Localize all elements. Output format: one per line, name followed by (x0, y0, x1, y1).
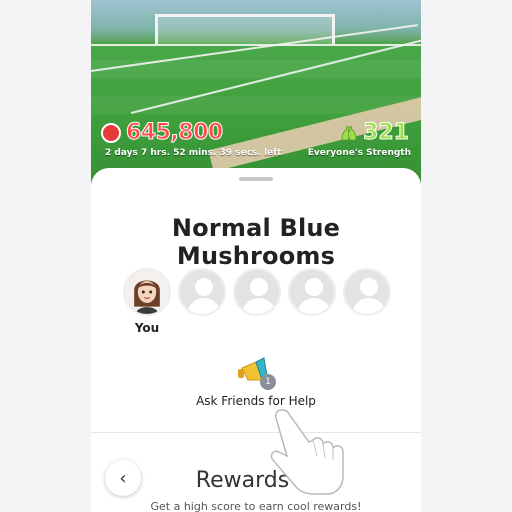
empty-avatar-icon (233, 268, 281, 316)
member-empty-slot[interactable] (233, 268, 281, 335)
score-dot-icon (101, 122, 121, 143)
field-scene: 645,800 2 days 7 hrs. 52 mins. 39 secs. … (91, 0, 421, 190)
megaphone-icon: 1 (236, 356, 276, 390)
avatar (123, 268, 171, 316)
empty-avatar-icon (343, 268, 391, 316)
mii-avatar-icon (134, 280, 160, 314)
member-slots: You (123, 268, 398, 335)
empty-avatar-icon (288, 268, 336, 316)
help-count-badge: 1 (260, 374, 276, 390)
time-left: 2 days 7 hrs. 52 mins. 39 secs. left (105, 148, 282, 158)
score-value: 645,800 (126, 120, 224, 146)
score-display: 645,800 (101, 120, 224, 146)
member-empty-slot[interactable] (288, 268, 336, 335)
rewards-subtitle: Get a high score to earn cool rewards! (150, 500, 362, 512)
strength-label: Everyone's Strength (307, 148, 411, 158)
member-label: You (134, 321, 160, 335)
member-you[interactable]: You (123, 268, 171, 335)
rewards-heading: Rewards i (91, 468, 421, 493)
strength-display: 321 (338, 120, 410, 146)
mushroom-title: Normal Blue Mushrooms (171, 214, 341, 270)
member-empty-slot[interactable] (343, 268, 391, 335)
bottom-sheet: Normal Blue Mushrooms You 1 Ask Friends … (91, 168, 421, 512)
member-empty-slot[interactable] (178, 268, 226, 335)
arms-icon (341, 124, 357, 140)
strength-value: 321 (363, 120, 410, 146)
app-frame: 645,800 2 days 7 hrs. 52 mins. 39 secs. … (91, 0, 421, 512)
divider (91, 432, 421, 433)
help-label: Ask Friends for Help (196, 394, 316, 408)
ask-friends-button[interactable]: 1 Ask Friends for Help (91, 356, 421, 408)
pointing-hand-icon (270, 409, 344, 495)
drag-handle[interactable] (239, 177, 273, 181)
empty-avatar-icon (178, 268, 226, 316)
